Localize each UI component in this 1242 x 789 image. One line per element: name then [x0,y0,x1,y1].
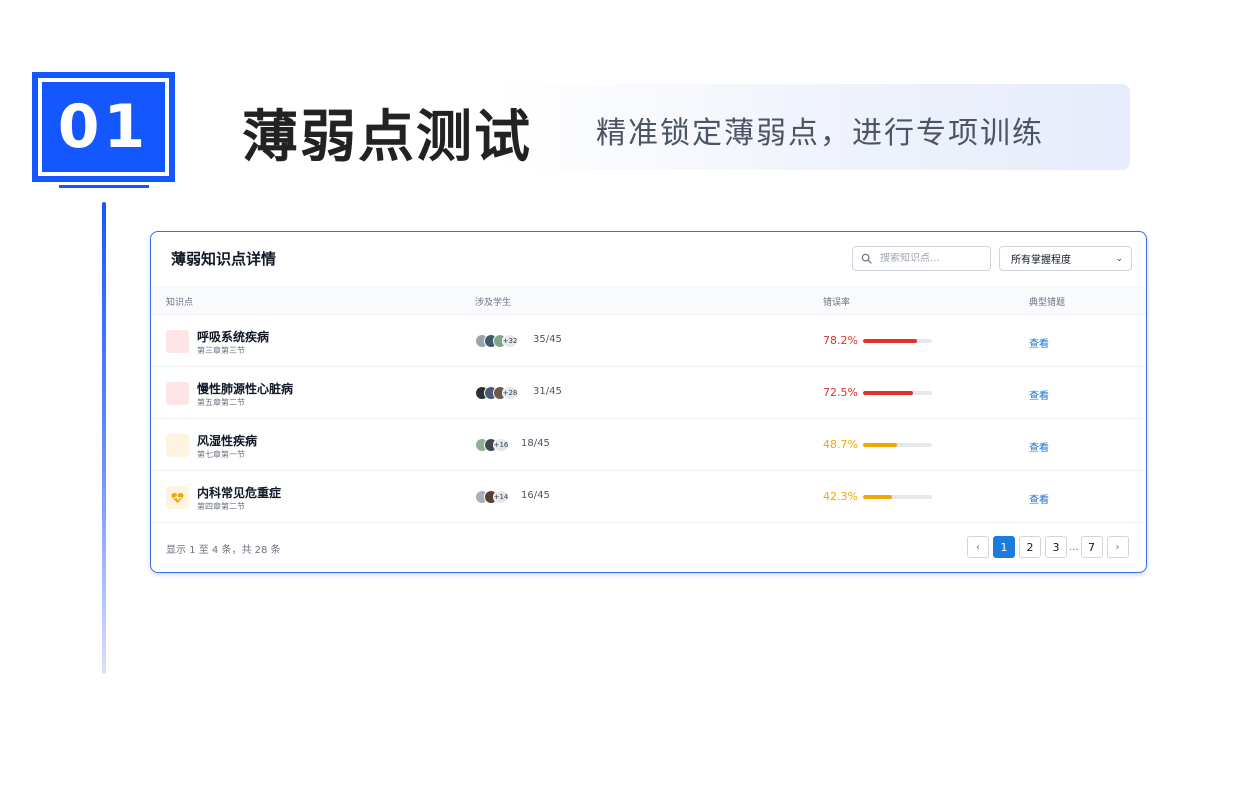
topic-name: 内科常见危重症 [197,486,282,500]
table-header: 知识点 涉及学生 错误率 典型错题 [151,285,1146,315]
error-rate: 42.3% [823,490,858,503]
column-header-error-rate: 错误率 [823,298,851,308]
timeline-line [102,202,106,674]
more-students-count: +32 [502,334,518,348]
pagination-ellipsis: ... [1069,541,1079,553]
more-students-count: +16 [493,438,509,452]
topic-name: 风湿性疾病 [197,434,258,448]
page-button-7[interactable]: 7 [1080,536,1103,558]
student-count: 35/45 [533,334,562,345]
table-row[interactable]: 慢性肺源性心脏病 第五章第二节 +28 31/45 72.5% 查看 [151,367,1146,419]
student-count: 31/45 [533,386,562,397]
view-typical-link[interactable]: 查看 [1029,387,1049,402]
error-rate: 72.5% [823,386,858,399]
student-avatars: +14 [475,490,509,504]
pagination: ‹ 1 2 3 ... 7 › [967,536,1133,558]
page-button-3[interactable]: 3 [1045,536,1067,558]
more-students-count: +14 [493,490,509,504]
page-subtitle: 精准锁定薄弱点，进行专项训练 [596,116,1044,151]
error-rate-bar-fill [863,443,897,447]
mastery-filter-value: 所有掌握程度 [1011,255,1071,266]
topic-section: 第四章第二节 [197,502,245,511]
error-rate-bar [863,443,932,447]
pagination-info: 显示 1 至 4 条，共 28 条 [166,545,281,556]
student-avatars: +16 [475,438,509,452]
column-header-typical: 典型错题 [1029,298,1066,308]
table-row[interactable]: 风湿性疾病 第七章第一节 +16 18/45 48.7% 查看 [151,419,1146,471]
prev-page-button[interactable]: ‹ [967,536,989,558]
error-rate-bar [863,495,932,499]
error-rate-bar-fill [863,391,914,395]
chevron-down-icon: ⌄ [1115,253,1123,264]
topic-section: 第三章第三节 [197,346,245,355]
error-rate-bar-fill [863,495,893,499]
student-count: 18/45 [521,438,550,449]
table-row[interactable]: 内科常见危重症 第四章第二节 +14 16/45 42.3% 查看 [151,471,1146,523]
weak-points-card: 薄弱知识点详情 所有掌握程度 ⌄ 知识点 涉及学生 错误率 典型错题 呼吸系统疾… [150,231,1147,573]
topic-icon [166,382,189,405]
column-header-knowledge: 知识点 [166,298,194,308]
section-number-badge: 01 [32,72,175,182]
error-rate: 48.7% [823,438,858,451]
error-rate-bar-fill [863,339,917,343]
view-typical-link[interactable]: 查看 [1029,491,1049,506]
topic-icon [166,434,189,457]
search-input[interactable] [880,253,980,264]
student-count: 16/45 [521,490,550,501]
topic-name: 慢性肺源性心脏病 [197,382,294,396]
page-title: 薄弱点测试 [242,105,532,170]
next-page-button[interactable]: › [1106,536,1129,558]
search-box[interactable] [852,246,991,271]
view-typical-link[interactable]: 查看 [1029,439,1049,454]
page-button-1[interactable]: 1 [993,536,1015,558]
view-typical-link[interactable]: 查看 [1029,335,1049,350]
error-rate-bar [863,339,932,343]
slide: 01 薄弱点测试 精准锁定薄弱点，进行专项训练 薄弱知识点详情 所有掌握程度 ⌄… [0,0,1242,789]
student-avatars: +28 [475,386,518,400]
heart-pulse-icon [171,492,184,503]
error-rate: 78.2% [823,334,858,347]
topic-icon [166,330,189,353]
error-rate-bar [863,391,932,395]
topic-section: 第五章第二节 [197,398,245,407]
search-icon [861,253,872,264]
badge-underline [59,185,149,188]
more-students-count: +28 [502,386,518,400]
page-button-2[interactable]: 2 [1019,536,1041,558]
topic-name: 呼吸系统疾病 [197,330,270,344]
column-header-students: 涉及学生 [475,298,512,308]
topic-icon [166,486,189,509]
card-title: 薄弱知识点详情 [171,250,277,268]
table-row[interactable]: 呼吸系统疾病 第三章第三节 +32 35/45 78.2% 查看 [151,315,1146,367]
topic-section: 第七章第一节 [197,450,245,459]
mastery-filter-select[interactable]: 所有掌握程度 ⌄ [999,246,1132,271]
section-number: 01 [38,78,169,176]
student-avatars: +32 [475,334,518,348]
